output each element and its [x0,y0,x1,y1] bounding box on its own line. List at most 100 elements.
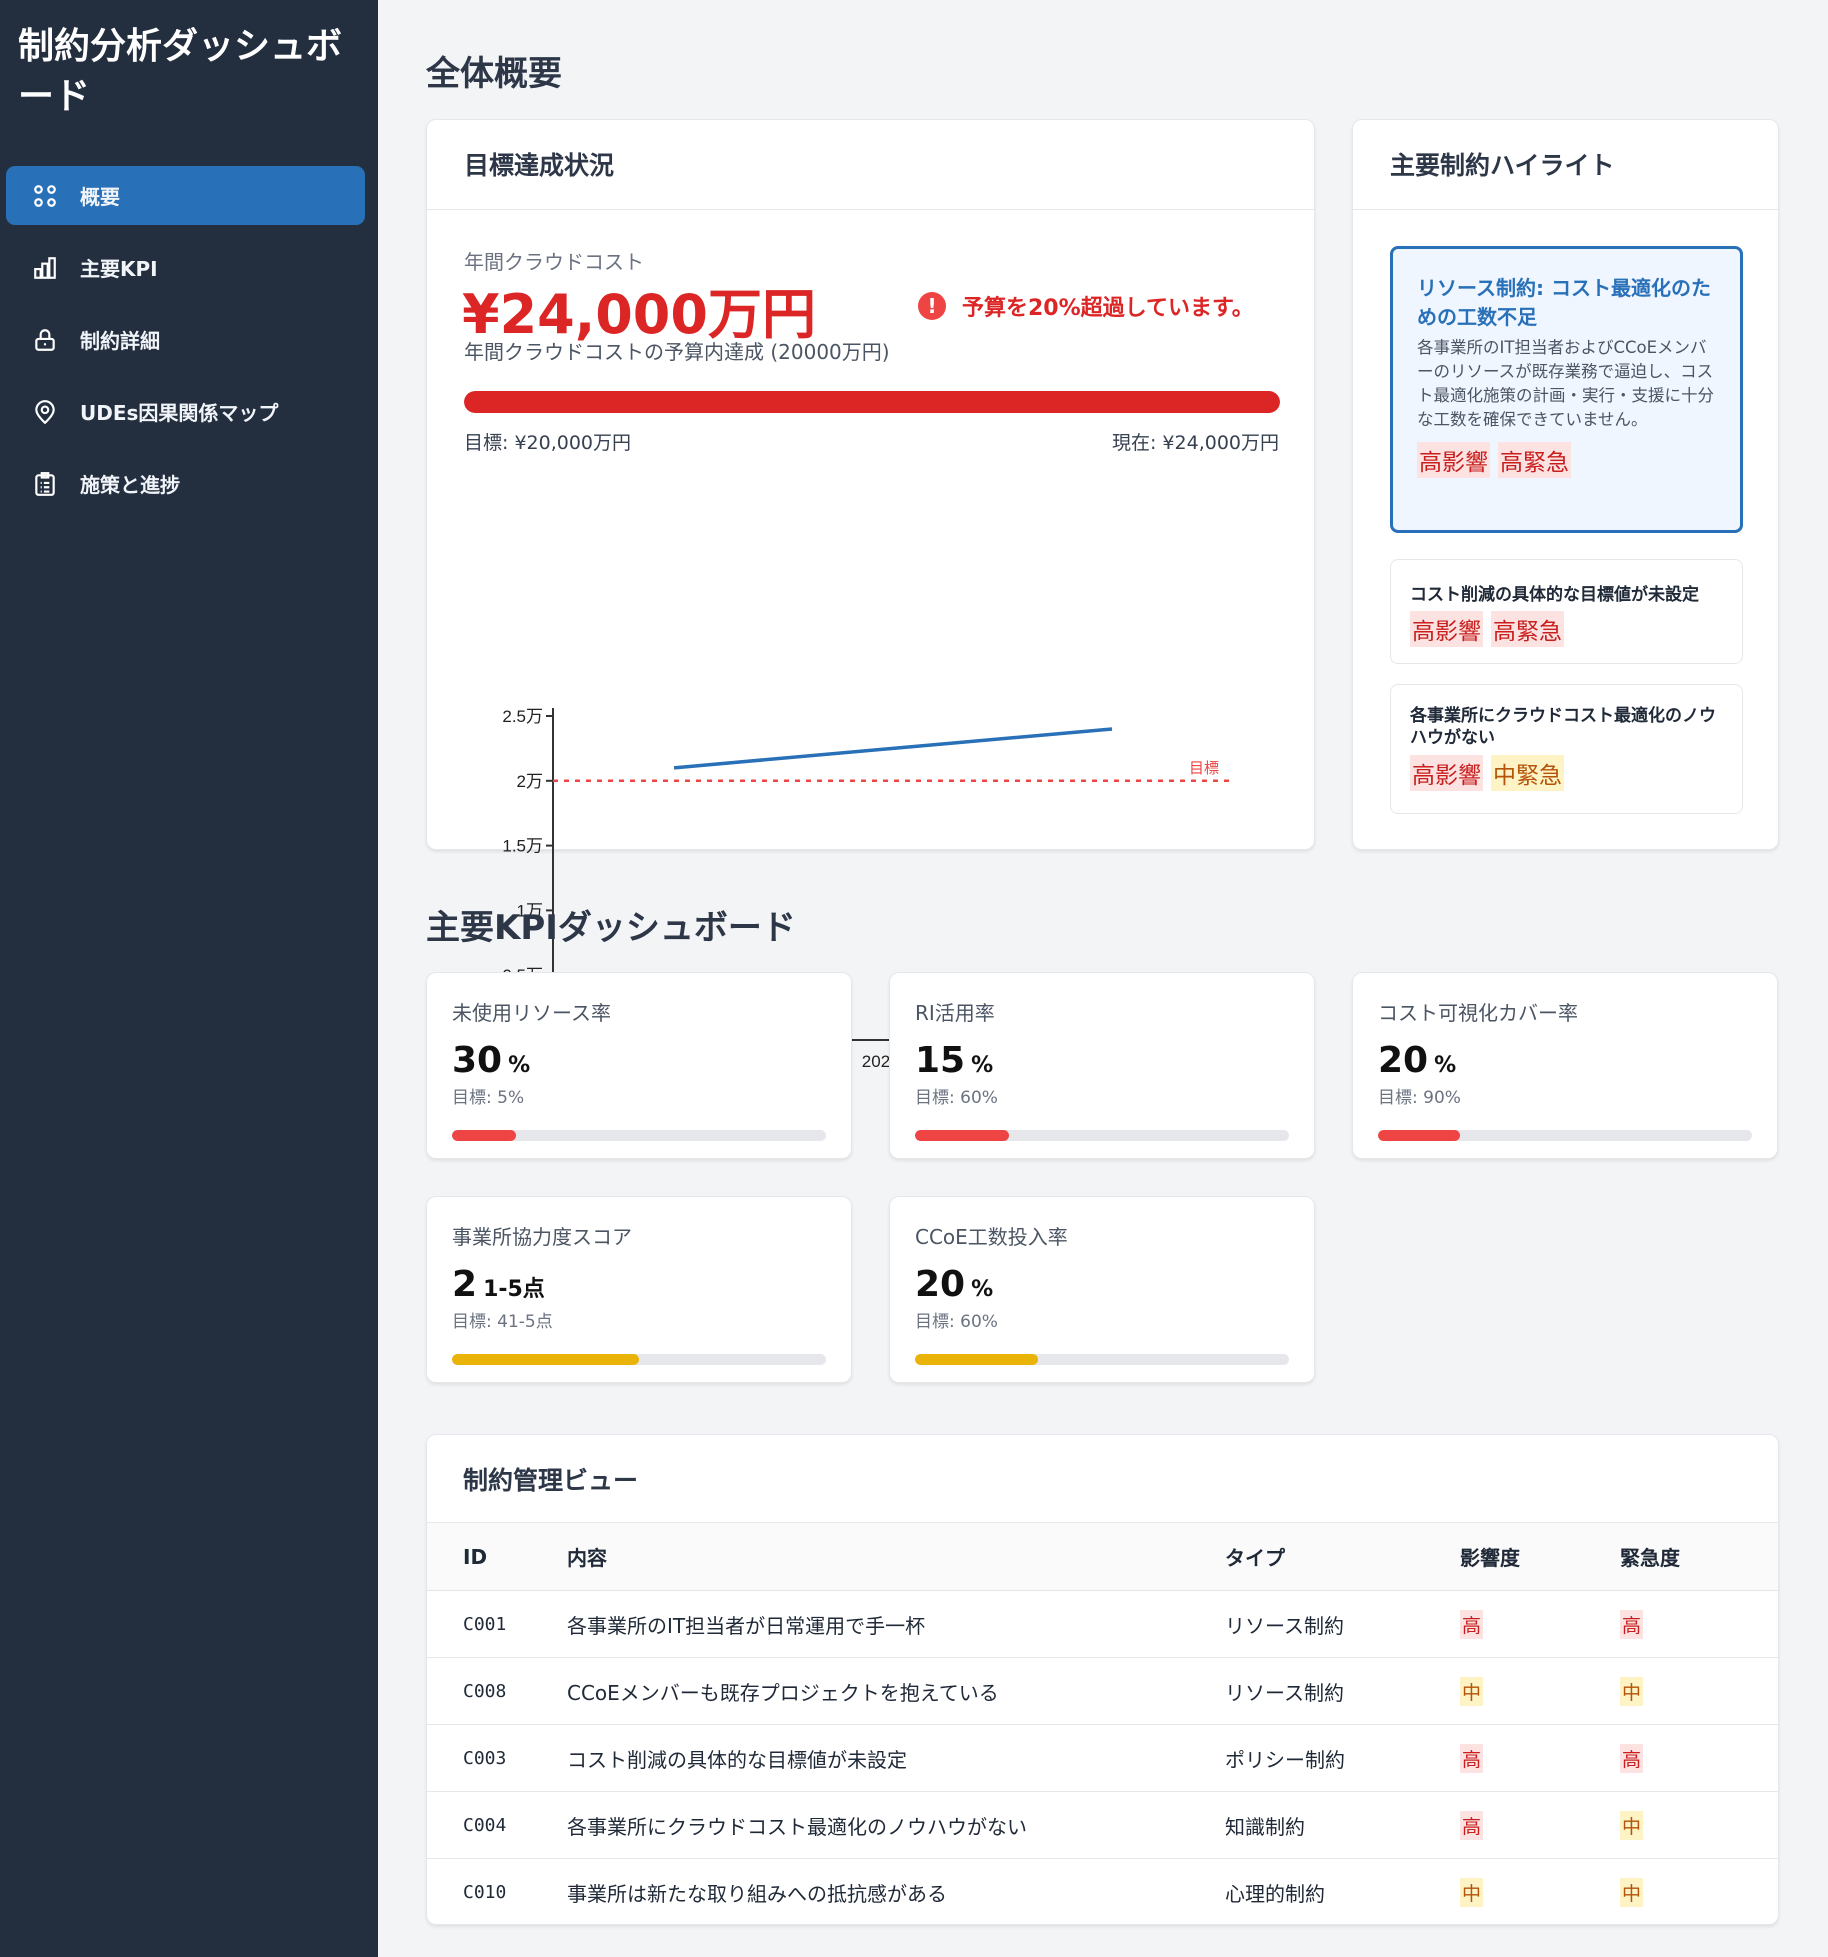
urgency-tag: 中緊急 [1491,755,1564,791]
cell-content: コスト削減の具体的な目標値が未設定 [567,1724,1225,1792]
sidebar-item-udes-map[interactable]: UDEs因果関係マップ [6,382,365,441]
cell-content: 事業所は新たな取り組みへの抵抗感がある [567,1881,947,1906]
sidebar-item-initiatives[interactable]: 施策と進捗 [6,454,365,513]
table-row[interactable]: C003 コスト削減の具体的な目標値が未設定 ポリシー制約 高 高 [427,1724,1778,1792]
kpi-progress-bar [915,1354,1289,1365]
constraint-table: ID 内容 タイプ 影響度 緊急度 C001 各事業所のIT担当者が日常運用で手… [427,1522,1778,1925]
constraint-table-card: 制約管理ビュー ID 内容 タイプ 影響度 緊急度 C001 各事業所のIT担当… [426,1434,1779,1925]
impact-tag: 高影響 [1410,755,1483,791]
cell-id: C008 [427,1657,567,1725]
highlight-desc: 各事業所のIT担当者およびCCoEメンバーのリソースが既存業務で逼迫し、コスト最… [1417,338,1714,429]
target-label: 目標: ¥20,000万円 [464,432,632,454]
urgency-tag: 高緊急 [1491,611,1564,647]
sidebar-item-constraints[interactable]: 制約詳細 [6,310,365,369]
sidebar-item-overview[interactable]: 概要 [6,166,365,225]
highlights-card: 主要制約ハイライト リソース制約: コスト最適化のための工数不足 各事業所のIT… [1352,119,1779,850]
sidebar: 制約分析ダッシュボード 概要 主要KPI 制約詳細 UDEs因果関係マップ 施策… [0,0,378,1957]
sidebar-item-label: 施策と進捗 [80,473,180,497]
urgency-badge: 中 [1620,1676,1644,1706]
cell-content: CCoEメンバーも既存プロジェクトを抱えている [567,1657,1225,1725]
kpi-card: 事業所協力度スコア 2 1-5点 目標: 41-5点 [426,1196,852,1383]
kpi-label: 未使用リソース率 [452,1001,611,1025]
sidebar-item-kpi[interactable]: 主要KPI [6,238,365,297]
cell-type: ポリシー制約 [1225,1724,1460,1792]
kpi-progress-bar [452,1130,826,1141]
urgency-badge: 中 [1620,1877,1644,1907]
budget-progress-bar [464,391,1280,413]
table-row[interactable]: C010 事業所は新たな取り組みへの抵抗感がある 心理的制約 中 中 [427,1859,1778,1925]
urgency-badge: 高 [1620,1609,1644,1639]
budget-alert: ! 予算を20%超過しています。 [918,290,1254,322]
kpi-card: CCoE工数投入率 20% 目標: 60% [889,1196,1315,1383]
urgency-badge: 中 [1620,1810,1644,1840]
kpi-label: CCoE工数投入率 [915,1225,1068,1249]
kpi-unit: % [971,1053,994,1078]
kpi-value: 2 [452,1264,478,1305]
kpi-value: 20 [915,1264,966,1305]
cost-series-line [673,727,1113,770]
kpi-progress-bar [452,1354,826,1365]
bar-chart-icon [34,256,56,279]
kpi-unit: % [971,1277,994,1302]
sidebar-item-label: 制約詳細 [80,329,160,353]
highlight-item[interactable]: コスト削減の具体的な目標値が未設定 高影響 高緊急 [1390,559,1743,664]
sidebar-item-label: 主要KPI [80,257,158,281]
highlights-title: 主要制約ハイライト [1353,120,1778,210]
app-title: 制約分析ダッシュボード [18,26,343,117]
kpi-value: 15 [915,1040,966,1081]
kpi-label: RI活用率 [915,1001,995,1025]
kpi-target: 目標: 41-5点 [452,1312,553,1332]
kpi-target: 目標: 60% [915,1312,998,1332]
col-urgency: 緊急度 [1620,1522,1778,1591]
table-row[interactable]: C004 各事業所にクラウドコスト最適化のノウハウがない 知識制約 高 中 [427,1791,1778,1859]
impact-tag: 高影響 [1410,611,1483,647]
kpi-value: 30 [452,1040,503,1081]
kpi-progress-bar [1378,1130,1752,1141]
kpi-target: 目標: 5% [452,1088,525,1108]
table-title: 制約管理ビュー [463,1466,639,1495]
kpi-heading: 主要KPIダッシュボード [426,908,796,948]
y-tick-label: 2万 [517,772,543,791]
cell-type: リソース制約 [1225,1590,1460,1658]
kpi-target: 目標: 60% [915,1088,998,1108]
kpi-label: 事業所協力度スコア [452,1225,632,1249]
col-type: タイプ [1225,1522,1460,1591]
kpi-value: 20 [1378,1040,1429,1081]
urgency-tag: 高緊急 [1498,442,1571,478]
kpi-card: 未使用リソース率 30% 目標: 5% [426,972,852,1159]
highlight-item[interactable]: 各事業所にクラウドコスト最適化のノウハウがない 高影響 中緊急 [1390,684,1743,814]
cell-type: 心理的制約 [1225,1881,1325,1906]
kpi-card: コスト可視化カバー率 20% 目標: 90% [1352,972,1778,1159]
clipboard-icon [35,471,55,496]
table-row[interactable]: C001 各事業所のIT担当者が日常運用で手一杯 リソース制約 高 高 [427,1590,1778,1658]
impact-badge: 中 [1460,1676,1484,1706]
impact-badge: 高 [1460,1743,1484,1773]
cell-type: 知識制約 [1225,1791,1460,1859]
target-label: 目標 [1189,759,1219,777]
cell-id: C010 [463,1881,507,1903]
col-impact: 影響度 [1460,1522,1620,1591]
y-tick-label: 1.5万 [502,837,543,856]
kpi-unit: % [1434,1053,1457,1078]
impact-badge: 中 [1460,1877,1484,1907]
table-row[interactable]: C008 CCoEメンバーも既存プロジェクトを抱えている リソース制約 中 中 [427,1657,1778,1725]
highlight-title: リソース制約: コスト最適化のための工数不足 [1417,276,1711,329]
sidebar-nav: 概要 主要KPI 制約詳細 UDEs因果関係マップ 施策と進捗 [6,166,365,526]
sidebar-item-label: UDEs因果関係マップ [80,401,279,425]
grid-icon [34,184,56,207]
kpi-label: コスト可視化カバー率 [1378,1001,1578,1025]
kpi-target: 目標: 90% [1378,1088,1461,1108]
cell-content: 各事業所のIT担当者が日常運用で手一杯 [567,1590,1225,1658]
cell-content: 各事業所にクラウドコスト最適化のノウハウがない [567,1791,1225,1859]
col-id: ID [427,1522,567,1591]
impact-tag: 高影響 [1417,442,1490,478]
lock-icon [35,328,55,351]
overview-heading: 全体概要 [426,54,562,94]
alert-text: 予算を20%超過しています。 [962,296,1254,321]
sidebar-item-label: 概要 [80,185,120,209]
map-pin-icon [35,399,55,424]
alert-icon: ! [918,292,946,320]
kpi-unit: % [508,1053,531,1078]
highlight-item[interactable]: リソース制約: コスト最適化のための工数不足 各事業所のIT担当者およびCCoE… [1390,246,1743,533]
cell-id: C001 [427,1590,567,1658]
